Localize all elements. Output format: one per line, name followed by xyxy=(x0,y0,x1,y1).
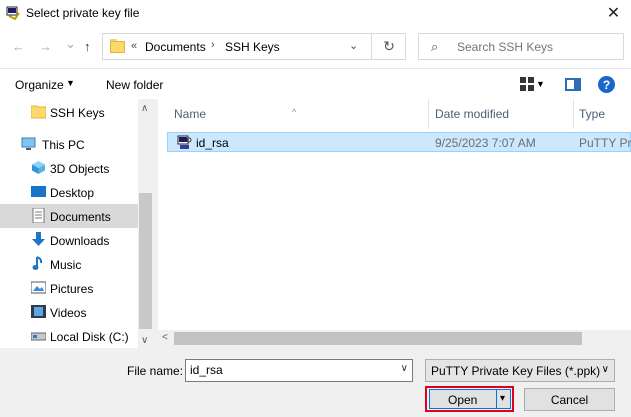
document-icon xyxy=(32,208,45,223)
address-dropdown-icon[interactable]: ⌄ xyxy=(349,39,358,52)
sidebar-item-desktop[interactable]: Desktop xyxy=(0,180,138,204)
navigation-bar: ← → ⌄ ↑ « Documents › SSH Keys ⌄ ↻ ⌕ xyxy=(0,26,631,68)
sidebar-item-videos[interactable]: Videos xyxy=(0,300,138,324)
putty-key-icon xyxy=(177,135,192,149)
file-type: PuTTY Priv xyxy=(579,136,631,150)
column-header-name[interactable]: ^ Name xyxy=(158,99,430,129)
download-icon xyxy=(32,232,45,246)
scroll-up-icon[interactable]: ∧ xyxy=(141,103,148,114)
disk-icon xyxy=(31,332,46,341)
sidebar-item-label: Desktop xyxy=(50,186,95,200)
command-bar: Organize ▼ New folder ▼ ? xyxy=(0,68,631,99)
back-button[interactable]: ← xyxy=(12,39,25,54)
scrollbar-thumb[interactable] xyxy=(174,332,582,345)
file-date-modified: 9/25/2023 7:07 AM xyxy=(435,136,536,150)
preview-pane-icon[interactable] xyxy=(565,78,581,91)
breadcrumb-documents[interactable]: Documents xyxy=(145,40,206,54)
refresh-icon: ↻ xyxy=(383,38,395,54)
file-name-input[interactable] xyxy=(190,363,390,377)
title-bar: Select private key file ✕ xyxy=(0,0,631,26)
sidebar-item-local-disk[interactable]: Local Disk (C:) xyxy=(0,324,138,348)
breadcrumb-separator[interactable]: › xyxy=(211,39,215,51)
window-title: Select private key file xyxy=(26,6,140,20)
sidebar-item-label: Documents xyxy=(50,210,111,224)
view-options-caret-icon[interactable]: ▼ xyxy=(536,79,545,89)
sidebar-item-music[interactable]: Music xyxy=(0,252,138,276)
organize-button[interactable]: Organize xyxy=(15,78,64,92)
open-button-label: Open xyxy=(448,393,478,407)
scroll-down-icon[interactable]: ∨ xyxy=(141,335,148,346)
open-options-dropdown-icon[interactable]: ▾ xyxy=(500,393,505,404)
search-input[interactable] xyxy=(457,40,617,54)
close-icon: ✕ xyxy=(606,5,621,22)
new-folder-button[interactable]: New folder xyxy=(106,78,163,92)
video-icon xyxy=(31,305,46,318)
sidebar-item-pictures[interactable]: Pictures xyxy=(0,276,138,300)
file-type-filter-value: PuTTY Private Key Files (*.ppk) xyxy=(431,364,601,378)
sort-ascending-icon: ^ xyxy=(292,107,297,117)
search-icon: ⌕ xyxy=(431,39,439,54)
file-type-filter-select[interactable]: PuTTY Private Key Files (*.ppk) ∨ xyxy=(425,359,615,382)
sidebar-item-label: Videos xyxy=(50,306,87,320)
sidebar-item-label: Pictures xyxy=(50,282,94,296)
view-grid-icon[interactable] xyxy=(520,77,534,91)
sidebar-item-this-pc[interactable]: This PC xyxy=(0,132,138,156)
file-row-id-rsa[interactable]: id_rsa 9/25/2023 7:07 AM PuTTY Priv xyxy=(167,132,631,152)
chevron-down-icon[interactable]: ∨ xyxy=(401,363,408,374)
scroll-left-icon[interactable]: < xyxy=(162,332,168,343)
refresh-button[interactable]: ↻ xyxy=(371,34,406,59)
column-header-date-modified[interactable]: Date modified xyxy=(429,99,573,129)
file-list: ^ Name Date modified Type id_rsa 9/25/20… xyxy=(158,99,631,348)
organize-caret-icon[interactable]: ▼ xyxy=(66,78,75,88)
folder-icon xyxy=(31,105,46,119)
scrollbar-thumb[interactable] xyxy=(139,193,152,329)
folder-icon xyxy=(110,39,125,53)
music-icon xyxy=(32,256,43,270)
file-name-label: File name: xyxy=(127,364,184,378)
open-button[interactable]: Open ▾ xyxy=(429,389,511,409)
file-list-horizontal-scrollbar[interactable]: < xyxy=(158,330,631,348)
breadcrumb-overflow-chevron[interactable]: « xyxy=(131,40,137,52)
file-name-combobox[interactable]: ∨ xyxy=(185,359,413,382)
sidebar-item-label: This PC xyxy=(42,138,85,152)
recent-locations-button[interactable]: ⌄ xyxy=(65,36,76,52)
forward-button[interactable]: → xyxy=(39,39,52,54)
dialog-footer: File name: ∨ PuTTY Private Key Files (*.… xyxy=(0,348,631,417)
computer-icon xyxy=(21,137,36,150)
putty-app-icon xyxy=(6,6,20,20)
cancel-button[interactable]: Cancel xyxy=(524,388,615,411)
file-name: id_rsa xyxy=(196,136,229,150)
sidebar-item-downloads[interactable]: Downloads xyxy=(0,228,138,252)
picture-icon xyxy=(31,281,46,294)
chevron-down-icon: ∨ xyxy=(601,364,609,375)
search-box[interactable]: ⌕ xyxy=(418,33,624,60)
help-icon[interactable]: ? xyxy=(598,76,615,93)
split-divider xyxy=(496,390,497,408)
sidebar-item-ssh-keys[interactable]: SSH Keys xyxy=(0,100,138,124)
desktop-icon xyxy=(31,186,46,197)
sidebar-item-label: SSH Keys xyxy=(50,106,105,120)
navigation-pane-scrollbar[interactable]: ∧ ∨ xyxy=(138,99,153,348)
address-bar[interactable]: « Documents › SSH Keys ⌄ ↻ xyxy=(102,33,406,60)
sidebar-item-label: Music xyxy=(50,258,82,272)
column-header-type[interactable]: Type xyxy=(574,99,631,129)
breadcrumb-ssh-keys[interactable]: SSH Keys xyxy=(225,40,280,54)
navigation-pane: SSH Keys This PC 3D Objects Desktop Docu… xyxy=(0,99,153,348)
sidebar-item-label: Downloads xyxy=(50,234,110,248)
up-button[interactable]: ↑ xyxy=(84,39,91,54)
sidebar-item-label: 3D Objects xyxy=(50,162,110,176)
cube-icon xyxy=(32,161,45,174)
sidebar-item-label: Local Disk (C:) xyxy=(50,330,129,344)
sidebar-item-documents[interactable]: Documents xyxy=(0,204,138,228)
close-button[interactable]: ✕ xyxy=(596,0,631,26)
sidebar-item-3d-objects[interactable]: 3D Objects xyxy=(0,156,138,180)
